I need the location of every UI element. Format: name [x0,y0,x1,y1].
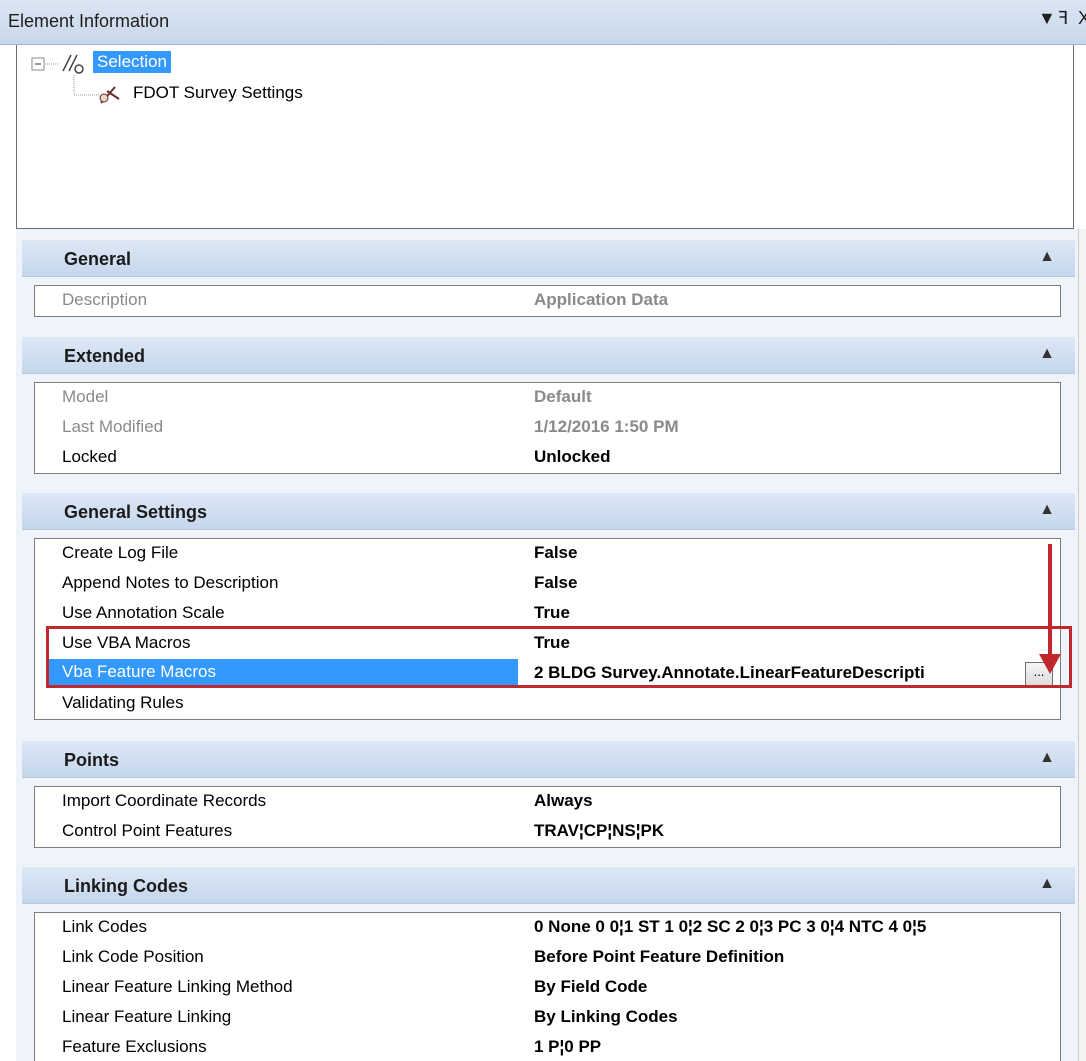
chevron-up-icon[interactable]: ▲ [1039,749,1055,767]
property-row-linear-feature-linking-method[interactable]: Linear Feature Linking Method By Field C… [35,973,1060,1003]
collapse-icon[interactable] [31,57,45,71]
section-body: Description Application Data [34,285,1061,317]
property-name: Linear Feature Linking Method [62,977,293,996]
property-name: Validating Rules [62,693,184,712]
property-name: Import Coordinate Records [62,791,267,810]
panel-title: Element Information [8,11,170,31]
property-row-link-code-position[interactable]: Link Code Position Before Point Feature … [35,943,1060,973]
chevron-up-icon[interactable]: ▲ [1039,345,1055,363]
pin-icon[interactable]: ꟻ [1058,8,1068,29]
property-name: Linear Feature Linking [62,1007,232,1026]
property-value: False [534,543,578,562]
property-name: Append Notes to Description [62,573,279,592]
property-row-create-log-file[interactable]: Create Log File False [35,539,1060,569]
property-value: Default [534,387,592,406]
property-row-use-annotation-scale[interactable]: Use Annotation Scale True [35,599,1060,629]
panel-titlebar: Element Information ▼ ꟻ X [0,0,1086,45]
property-value: 1/12/2016 1:50 PM [534,417,679,436]
highlight-box [46,626,1072,688]
property-name: Use Annotation Scale [62,603,225,622]
property-value: True [534,603,570,622]
section-title: Points [64,750,120,770]
tree-connector [45,63,59,65]
property-name: Create Log File [62,543,179,562]
section-points: Points ▲ Import Coordinate Records Alway… [22,741,1075,848]
property-name: Model [62,387,109,406]
property-row-import-coordinate-records[interactable]: Import Coordinate Records Always [35,787,1060,817]
section-linking-codes: Linking Codes ▲ Link Codes 0 None 0 0¦1 … [22,867,1075,1061]
chevron-up-icon[interactable]: ▲ [1039,248,1055,266]
property-name: Link Code Position [62,947,204,966]
tree-node-selection[interactable]: Selection [93,51,171,73]
property-value: False [534,573,578,592]
section-header-extended[interactable]: Extended ▲ [22,337,1075,374]
chevron-up-icon[interactable]: ▲ [1039,875,1055,893]
close-icon[interactable]: X [1078,8,1086,29]
property-value: Application Data [534,290,669,309]
property-value: TRAV¦CP¦NS¦PK [534,821,665,840]
property-value: By Linking Codes [534,1007,678,1026]
property-value: 0 None 0 0¦1 ST 1 0¦2 SC 2 0¦3 PC 3 0¦4 … [534,917,927,936]
dropdown-icon[interactable]: ▼ [1038,8,1056,29]
property-row-append-notes[interactable]: Append Notes to Description False [35,569,1060,599]
section-body: Link Codes 0 None 0 0¦1 ST 1 0¦2 SC 2 0¦… [34,912,1061,1061]
section-header-linking-codes[interactable]: Linking Codes ▲ [22,867,1075,904]
section-title: Linking Codes [64,876,189,896]
section-title: Extended [64,346,146,366]
section-title: General [64,249,132,269]
scrollbar[interactable] [1078,229,1086,1061]
section-body: Model Default Last Modified 1/12/2016 1:… [34,382,1061,474]
section-title: General Settings [64,502,208,522]
property-row-locked[interactable]: Locked Unlocked [35,443,1060,473]
section-header-general-settings[interactable]: General Settings ▲ [22,493,1075,530]
property-name: Locked [62,447,117,466]
property-name: Control Point Features [62,821,233,840]
section-header-points[interactable]: Points ▲ [22,741,1075,778]
property-row-link-codes[interactable]: Link Codes 0 None 0 0¦1 ST 1 0¦2 SC 2 0¦… [35,913,1060,943]
property-value: Always [534,791,593,810]
property-value: Unlocked [534,447,611,466]
property-row-linear-feature-linking[interactable]: Linear Feature Linking By Linking Codes [35,1003,1060,1033]
property-name: Last Modified [62,417,164,436]
section-extended: Extended ▲ Model Default Last Modified 1… [22,337,1075,474]
chevron-up-icon[interactable]: ▲ [1039,501,1055,519]
property-row-control-point-features[interactable]: Control Point Features TRAV¦CP¦NS¦PK [35,817,1060,847]
annotation-arrow-shaft [1048,544,1052,656]
section-general: General ▲ Description Application Data [22,240,1075,317]
property-row-feature-exclusions[interactable]: Feature Exclusions 1 P¦0 PP [35,1033,1060,1061]
section-header-general[interactable]: General ▲ [22,240,1075,277]
property-value: 1 P¦0 PP [534,1037,602,1056]
property-row-last-modified[interactable]: Last Modified 1/12/2016 1:50 PM [35,413,1060,443]
property-row-model[interactable]: Model Default [35,383,1060,413]
selection-tree: Selection FDOT Survey Settings [16,45,1074,229]
property-row-description[interactable]: Description Application Data [35,286,1060,316]
selection-icon [62,54,84,74]
tree-node-fdot-survey-settings[interactable]: FDOT Survey Settings [133,83,303,103]
annotation-arrow-head [1039,654,1061,674]
property-row-validating-rules[interactable]: Validating Rules [35,689,1060,719]
property-value: Before Point Feature Definition [534,947,785,966]
survey-settings-icon [99,86,120,104]
property-name: Description [62,290,148,309]
property-name: Feature Exclusions [62,1037,207,1056]
tree-connector [73,75,99,96]
property-value: By Field Code [534,977,648,996]
property-name: Link Codes [62,917,148,936]
section-body: Import Coordinate Records Always Control… [34,786,1061,848]
